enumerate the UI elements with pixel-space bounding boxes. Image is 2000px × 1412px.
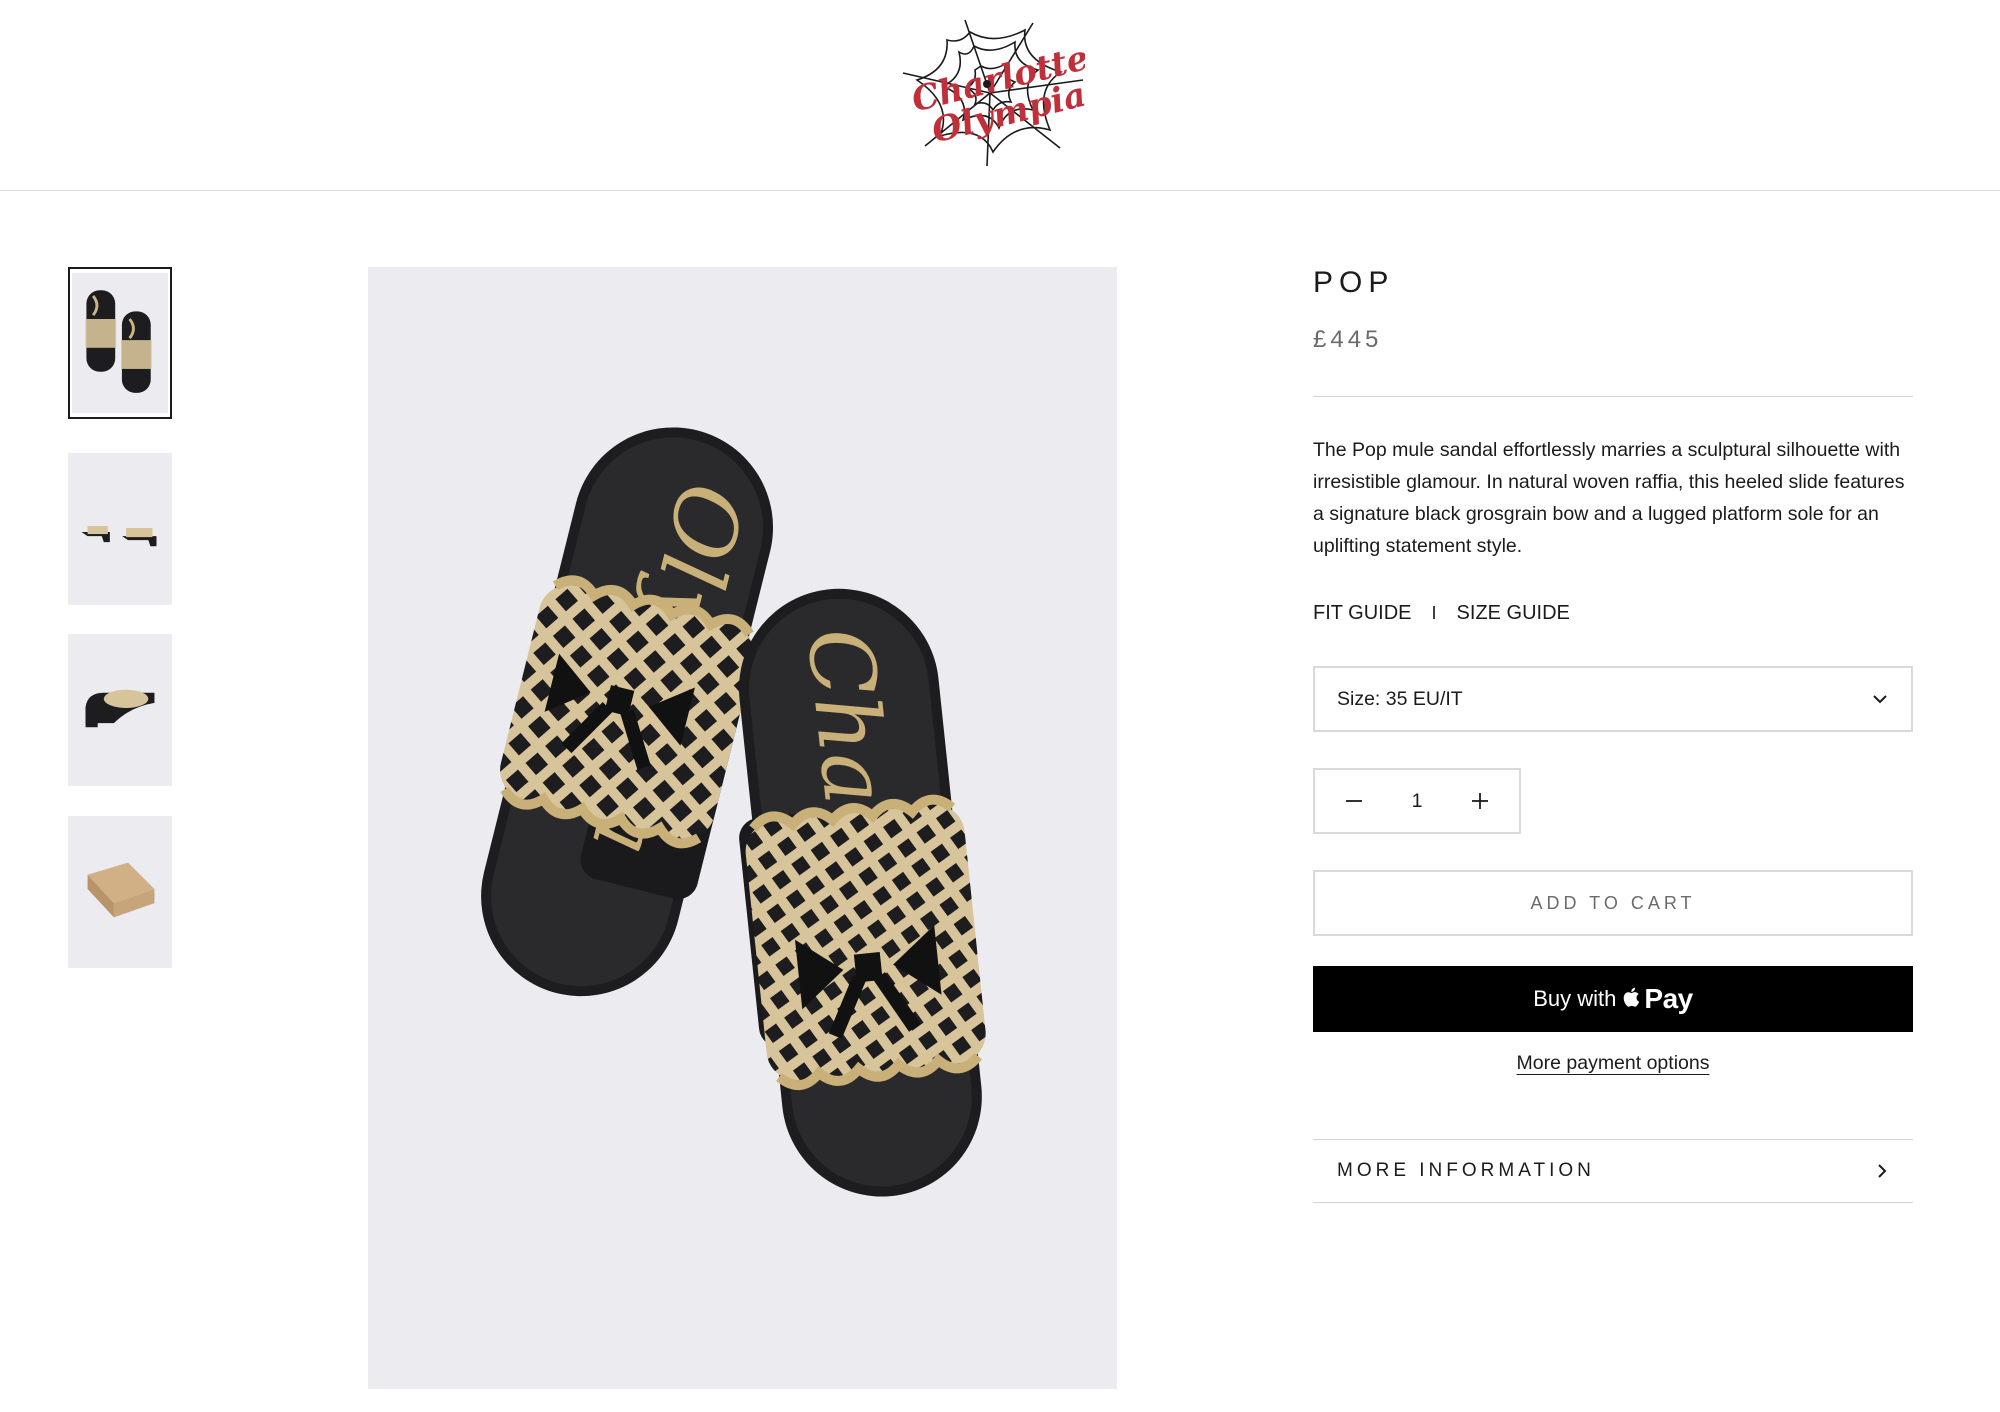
apple-pay-word: Pay [1644,983,1693,1014]
site-header: Charlotte Olympia [0,0,2000,191]
chevron-right-icon [1878,1164,1887,1178]
thumbnail-image [69,453,171,605]
thumbnail-4[interactable] [68,816,172,968]
product-description: The Pop mule sandal effortlessly marries… [1313,439,1905,557]
more-payment-options: More payment options [1313,1052,1913,1075]
product-price: £445 [1313,326,1383,353]
chevron-down-icon [1873,695,1887,704]
more-information-label: MORE INFORMATION [1337,1160,1595,1181]
size-select[interactable]: Size: 35 EU/IT [1313,666,1913,732]
plus-icon[interactable] [1469,790,1491,812]
guide-links: FIT GUIDE I SIZE GUIDE [1313,602,1570,625]
buy-with-label: Buy with [1533,986,1617,1011]
spider-web-icon: Charlotte Olympia [902,19,1092,167]
thumbnail-image [69,634,171,786]
product-title: POP [1313,266,1395,299]
main-product-image: Olympia Charlotte [368,267,1117,1389]
size-select-value: Size: 35 EU/IT [1337,687,1463,710]
quantity-stepper: 1 [1313,768,1521,834]
fit-guide-link[interactable]: FIT GUIDE [1313,602,1412,625]
more-payment-options-link[interactable]: More payment options [1517,1052,1710,1074]
divider [1313,396,1913,397]
thumbnail-image [69,816,171,968]
thumbnail-image [72,272,168,414]
more-information-toggle[interactable]: MORE INFORMATION [1313,1139,1913,1203]
apple-icon [1624,987,1640,1007]
thumbnail-2[interactable] [68,453,172,605]
thumbnail-3[interactable] [68,634,172,786]
size-guide-link[interactable]: SIZE GUIDE [1457,602,1570,625]
brand-logo[interactable]: Charlotte Olympia [895,18,1092,168]
quantity-value[interactable]: 1 [1412,790,1423,813]
minus-icon[interactable] [1343,790,1365,812]
apple-pay-button[interactable]: Buy with Pay [1313,966,1913,1032]
add-to-cart-button[interactable]: ADD TO CART [1313,870,1913,936]
thumbnail-1[interactable] [68,267,172,419]
guide-separator: I [1431,603,1437,623]
